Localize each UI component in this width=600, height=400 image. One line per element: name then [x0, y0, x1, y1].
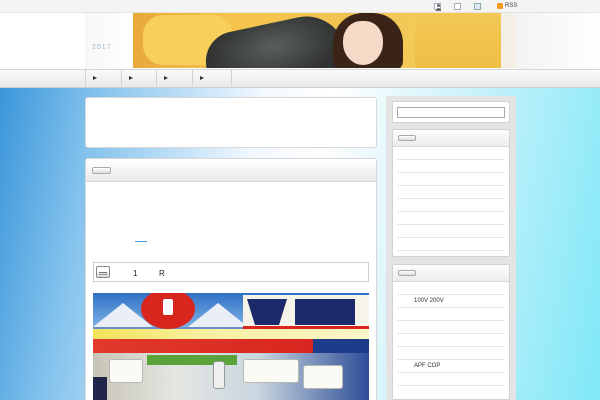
widget-2-header-button[interactable]	[398, 270, 416, 276]
list-item[interactable]	[397, 282, 505, 295]
list-item[interactable]: APF COP	[397, 360, 505, 373]
rss-icon[interactable]	[497, 3, 503, 9]
list-item[interactable]	[397, 186, 505, 199]
store-display-photo	[93, 293, 369, 400]
widget-2-header	[393, 265, 509, 282]
sidebar-widget-1	[392, 129, 510, 257]
list-item[interactable]	[397, 212, 505, 225]
nav-item-3[interactable]	[156, 70, 192, 88]
list-item[interactable]	[397, 225, 505, 238]
product-number: 1	[133, 269, 138, 278]
main-nav	[0, 69, 600, 88]
nav-arrow-icon	[164, 76, 168, 80]
list-item[interactable]	[397, 334, 505, 347]
air-conditioner-icon	[96, 266, 110, 278]
article-header-button[interactable]	[92, 167, 111, 174]
header-right-panel	[516, 13, 600, 69]
widget-1-header-button[interactable]	[398, 135, 416, 141]
nav-arrow-icon	[129, 76, 133, 80]
list-item[interactable]	[397, 321, 505, 334]
nav-arrow-icon	[93, 76, 97, 80]
header-banner-image	[133, 13, 516, 68]
header-left-panel	[85, 13, 133, 69]
article-header	[86, 159, 376, 182]
site-year-text: 2017	[92, 44, 112, 51]
list-item[interactable]	[397, 199, 505, 212]
product-series: R	[159, 269, 165, 278]
nav-item-1[interactable]	[85, 70, 121, 88]
document-icon[interactable]	[454, 3, 461, 10]
list-item[interactable]	[397, 173, 505, 186]
nav-arrow-icon	[200, 76, 204, 80]
site-header	[0, 13, 600, 69]
list-item[interactable]: 100V 200V	[397, 295, 505, 308]
widget-1-header	[393, 130, 509, 147]
search-widget	[392, 101, 510, 123]
list-item[interactable]	[397, 373, 505, 386]
article-link[interactable]	[135, 241, 147, 242]
list-item[interactable]	[397, 147, 505, 160]
list-item[interactable]	[397, 160, 505, 173]
product-title-row[interactable]: 1 R	[93, 262, 369, 282]
list-item[interactable]	[397, 238, 505, 251]
home-icon[interactable]	[474, 3, 481, 10]
top-utility-bar: RSS	[0, 0, 600, 13]
rss-link[interactable]: RSS	[505, 3, 517, 9]
nav-item-2[interactable]	[121, 70, 156, 88]
list-item[interactable]	[397, 308, 505, 321]
list-item[interactable]	[397, 347, 505, 360]
intro-box	[85, 97, 377, 148]
user-icon[interactable]	[434, 3, 441, 11]
nav-item-4[interactable]	[192, 70, 232, 88]
sidebar-widget-2: 100V 200V APF COP	[392, 264, 510, 400]
search-input[interactable]	[397, 107, 505, 118]
